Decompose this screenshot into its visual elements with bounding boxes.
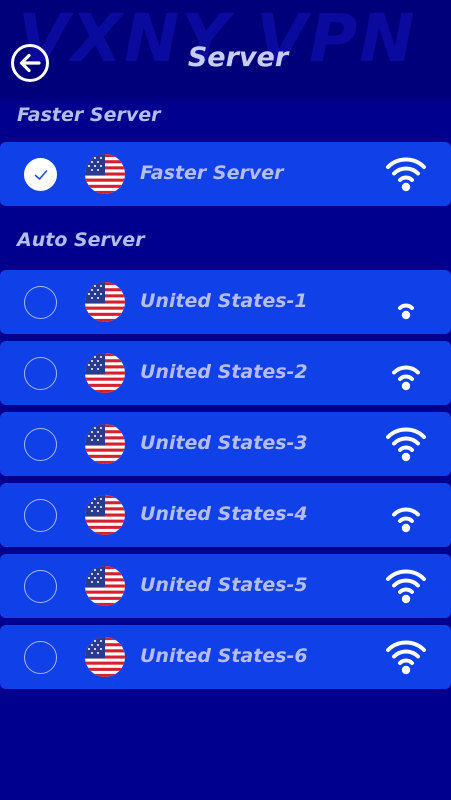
- us-flag-icon: [85, 424, 125, 464]
- radio-button[interactable]: [24, 428, 57, 461]
- wifi-signal-icon: [386, 427, 426, 462]
- wifi-signal-icon: [398, 303, 414, 320]
- server-row[interactable]: United States-2: [0, 341, 451, 405]
- check-icon: [34, 170, 48, 180]
- wifi-signal-icon: [392, 365, 420, 391]
- wifi-signal-icon: [386, 640, 426, 675]
- radio-selected[interactable]: [24, 158, 57, 191]
- section-label-auto: Auto Server: [17, 229, 145, 251]
- wifi-signal-icon: [386, 569, 426, 604]
- radio-button[interactable]: [24, 570, 57, 603]
- radio-button[interactable]: [24, 641, 57, 674]
- server-name: United States-6: [140, 645, 308, 667]
- us-flag-icon: [85, 495, 125, 535]
- radio-button[interactable]: [24, 357, 57, 390]
- server-row[interactable]: United States-4: [0, 483, 451, 547]
- server-name: Faster Server: [140, 162, 284, 184]
- wifi-signal-icon: [386, 157, 426, 192]
- server-row[interactable]: United States-6: [0, 625, 451, 689]
- server-row[interactable]: United States-1: [0, 270, 451, 334]
- section-label-faster: Faster Server: [17, 104, 161, 126]
- us-flag-icon: [85, 637, 125, 677]
- wifi-signal-icon: [392, 507, 420, 533]
- us-flag-icon: [85, 282, 125, 322]
- server-name: United States-4: [140, 503, 308, 525]
- server-name: United States-2: [140, 361, 308, 383]
- server-row[interactable]: United States-3: [0, 412, 451, 476]
- server-row[interactable]: United States-5: [0, 554, 451, 618]
- page-title: Server: [187, 42, 289, 73]
- radio-button[interactable]: [24, 499, 57, 532]
- top-bar: VXNY VPN Server: [0, 0, 451, 100]
- server-name: United States-3: [140, 432, 308, 454]
- server-row-faster[interactable]: Faster Server: [0, 142, 451, 206]
- us-flag-icon: [85, 154, 125, 194]
- us-flag-icon: [85, 566, 125, 606]
- server-name: United States-5: [140, 574, 308, 596]
- us-flag-icon: [85, 353, 125, 393]
- server-name: United States-1: [140, 290, 308, 312]
- radio-button[interactable]: [24, 286, 57, 319]
